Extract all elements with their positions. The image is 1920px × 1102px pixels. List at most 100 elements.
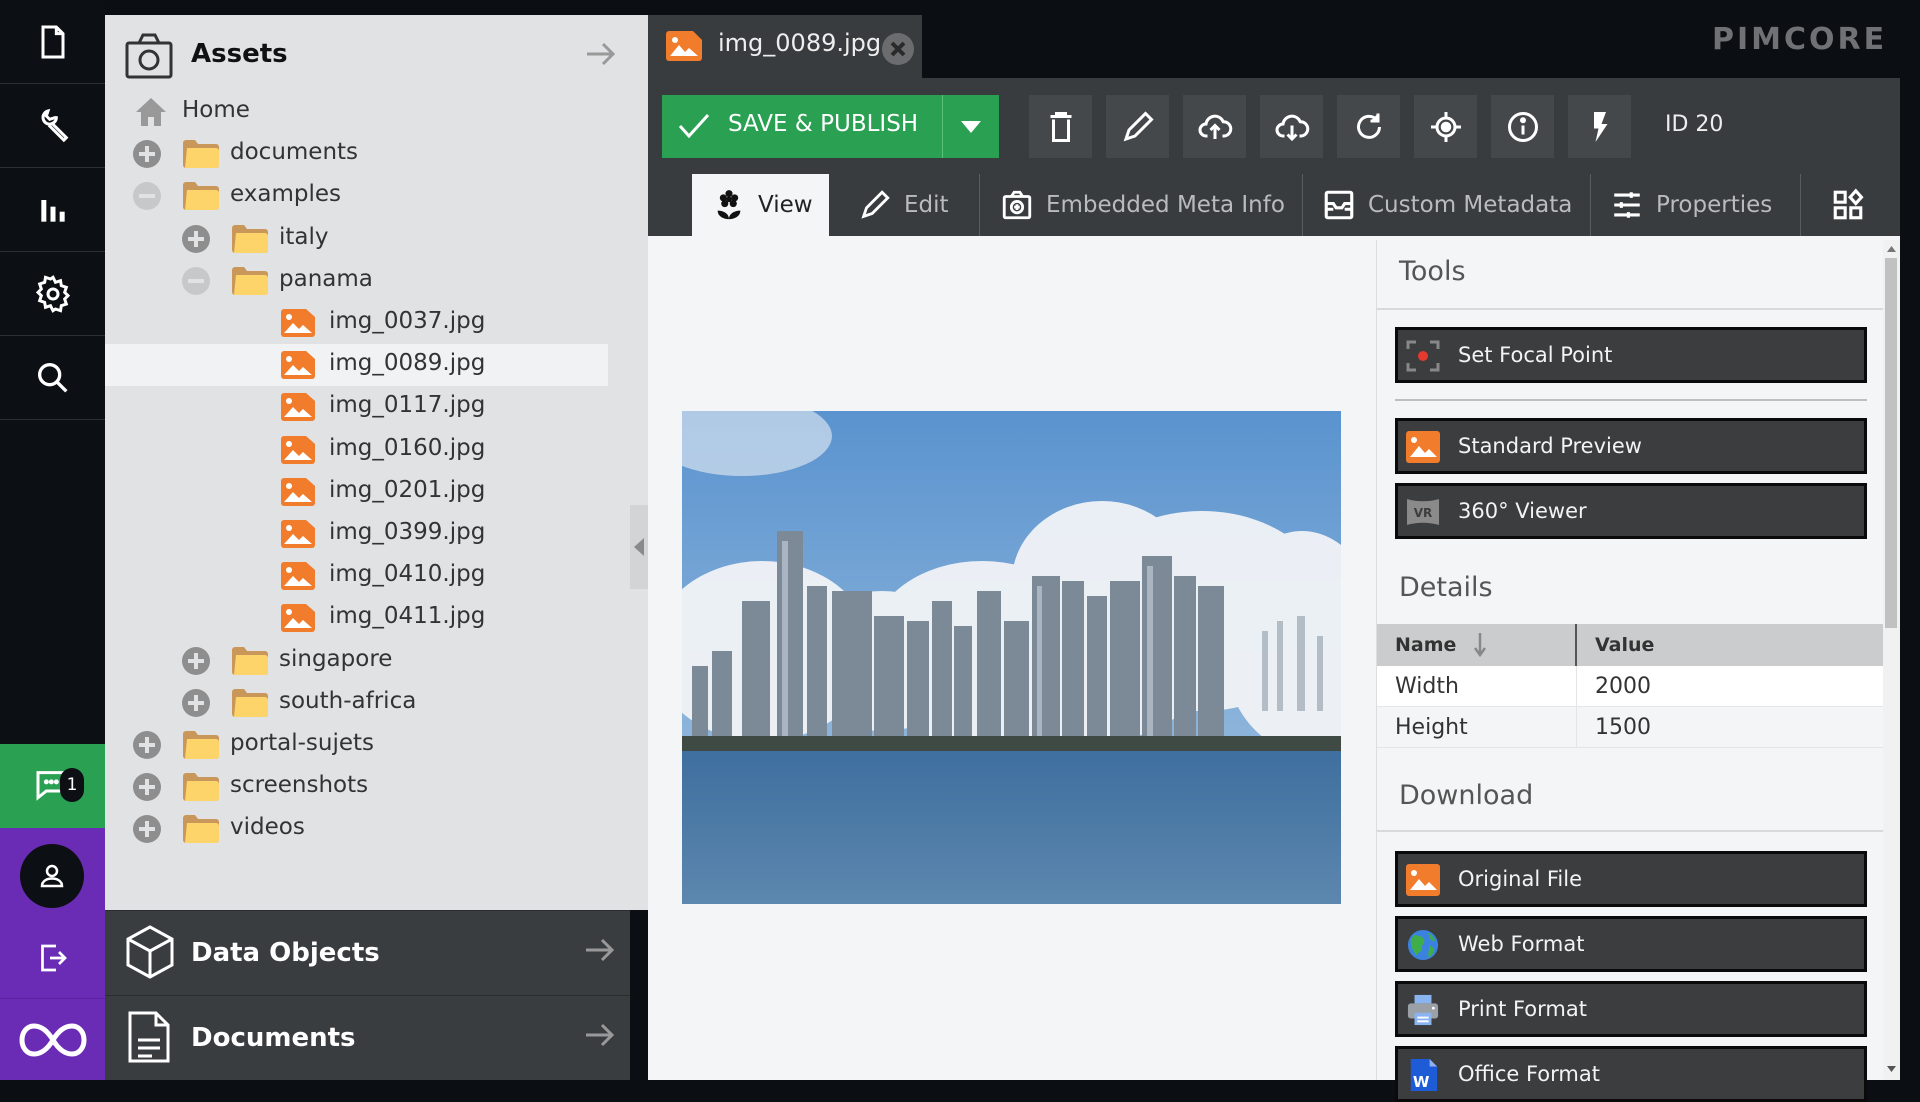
download-office-format-button[interactable]: W Office Format [1395, 1046, 1867, 1102]
set-focal-point-button[interactable]: Set Focal Point [1395, 327, 1867, 383]
close-tab-button[interactable] [882, 33, 914, 65]
tree-item-label: img_0410.jpg [329, 561, 486, 588]
tree-item-label: screenshots [230, 772, 369, 799]
360-viewer-button[interactable]: VR 360° Viewer [1395, 483, 1867, 539]
rename-button[interactable] [1106, 95, 1169, 158]
tree-item-folder[interactable]: documents [105, 133, 625, 175]
scrollbar-thumb[interactable] [1885, 258, 1897, 628]
flower-icon [717, 190, 741, 220]
column-header-value[interactable]: Value [1577, 624, 1884, 666]
expand-toggle-icon[interactable] [133, 773, 161, 802]
camera-icon [125, 33, 173, 79]
reload-button[interactable] [1337, 95, 1400, 158]
tree-item-folder[interactable]: italy [105, 218, 625, 260]
user-avatar-button[interactable] [20, 844, 84, 908]
tab-view-label: View [758, 192, 813, 218]
expand-toggle-icon[interactable] [133, 140, 161, 169]
tree-item-label: img_0160.jpg [329, 434, 486, 461]
workflow-button[interactable] [1568, 95, 1631, 158]
download-print-format-button[interactable]: Print Format [1395, 981, 1867, 1037]
tree-item-image[interactable]: img_0411.jpg [105, 597, 625, 639]
caret-left-icon [634, 538, 644, 556]
tree-item-image[interactable]: img_0160.jpg [105, 429, 625, 471]
folder-icon [183, 731, 219, 759]
tab-properties[interactable]: Properties [1610, 174, 1790, 236]
pimcore-logo-button[interactable] [0, 998, 105, 1080]
tree-item-image[interactable]: img_0089.jpg [105, 344, 608, 387]
folder-icon [183, 773, 219, 802]
detail-name: Height [1377, 707, 1577, 747]
scroll-up-icon[interactable] [1887, 246, 1896, 252]
tab-properties-label: Properties [1656, 192, 1773, 218]
download-original-button[interactable]: Original File [1395, 851, 1867, 907]
save-options-dropdown[interactable] [942, 95, 999, 158]
tree-item-folder[interactable]: examples [105, 175, 625, 217]
tree-item-home[interactable]: Home [105, 91, 625, 133]
tree-item-image[interactable]: img_0117.jpg [105, 386, 625, 428]
asset-id-label: ID 20 [1665, 112, 1724, 137]
tree-item-image[interactable]: img_0410.jpg [105, 555, 625, 597]
nav-search[interactable] [0, 336, 105, 420]
notifications-button[interactable]: 1 [0, 744, 105, 828]
tree-item-image[interactable]: img_0201.jpg [105, 471, 625, 513]
tab-custom-metadata[interactable]: Custom Metadata [1322, 174, 1592, 236]
tree-item-folder[interactable]: portal-sujets [105, 724, 625, 766]
expand-toggle-icon[interactable] [133, 731, 161, 759]
download-web-format-button[interactable]: Web Format [1395, 916, 1867, 972]
nav-documents[interactable] [0, 0, 105, 84]
tree-item-label: img_0089.jpg [329, 350, 486, 377]
cube-icon [126, 925, 174, 979]
info-button[interactable] [1491, 95, 1554, 158]
download-office-format-label: Office Format [1458, 1062, 1600, 1086]
tab-view[interactable]: View [692, 174, 829, 236]
tree-item-folder[interactable]: videos [105, 808, 625, 850]
accordion-documents[interactable]: Documents [105, 995, 630, 1080]
locate-in-tree-button[interactable] [1414, 95, 1477, 158]
nav-marketing[interactable] [0, 168, 105, 252]
tab-embedded-meta-info[interactable]: Embedded Meta Info [1000, 174, 1300, 236]
tree-item-folder[interactable]: panama [105, 260, 625, 302]
column-header-name[interactable]: Name [1377, 624, 1577, 666]
tree-item-image[interactable]: img_0399.jpg [105, 513, 625, 555]
save-publish-button[interactable]: SAVE & PUBLISH [662, 95, 942, 158]
tab-edit[interactable]: Edit [858, 174, 978, 236]
tree-item-folder[interactable]: singapore [105, 640, 625, 682]
accordion-data-objects[interactable]: Data Objects [105, 910, 630, 995]
editor-tab-img-0089[interactable]: img_0089.jpg [648, 15, 922, 78]
nav-tools[interactable] [0, 84, 105, 168]
tree-item-image[interactable]: img_0037.jpg [105, 302, 625, 344]
details-row: Height 1500 [1377, 707, 1884, 748]
standard-preview-button[interactable]: Standard Preview [1395, 418, 1867, 474]
panama-skyline-image [682, 411, 1341, 904]
nav-settings[interactable] [0, 252, 105, 336]
delete-button[interactable] [1029, 95, 1092, 158]
tab-custom-metadata-label: Custom Metadata [1368, 192, 1573, 218]
download-button[interactable] [1260, 95, 1323, 158]
arrow-right-icon[interactable] [585, 39, 617, 69]
expand-toggle-icon[interactable] [182, 688, 210, 717]
collapse-toggle-icon[interactable] [133, 182, 161, 211]
file-icon [41, 25, 64, 58]
editor-tab-title: img_0089.jpg [718, 29, 882, 57]
collapse-panel-handle[interactable] [630, 505, 648, 589]
tab-separator [1302, 174, 1303, 236]
tab-dependencies[interactable] [1818, 174, 1878, 236]
expand-toggle-icon[interactable] [133, 815, 161, 844]
crosshair-icon [1430, 111, 1461, 142]
svg-text:VR: VR [1414, 506, 1433, 520]
scroll-down-icon[interactable] [1887, 1066, 1896, 1072]
assets-panel-header[interactable]: Assets [105, 15, 648, 95]
standard-preview-label: Standard Preview [1458, 434, 1642, 458]
image-icon [1406, 864, 1440, 896]
collapse-toggle-icon[interactable] [182, 266, 210, 295]
expand-toggle-icon[interactable] [182, 224, 210, 253]
search-icon [37, 362, 68, 393]
focal-point-icon [1406, 340, 1440, 372]
upload-new-version-button[interactable] [1183, 95, 1246, 158]
tree-item-folder[interactable]: south-africa [105, 682, 625, 724]
expand-toggle-icon[interactable] [182, 646, 210, 675]
tree-item-label: singapore [279, 645, 393, 672]
tree-item-folder[interactable]: screenshots [105, 766, 625, 808]
logout-button[interactable] [0, 928, 105, 988]
details-table-header: Name Value [1377, 624, 1884, 666]
